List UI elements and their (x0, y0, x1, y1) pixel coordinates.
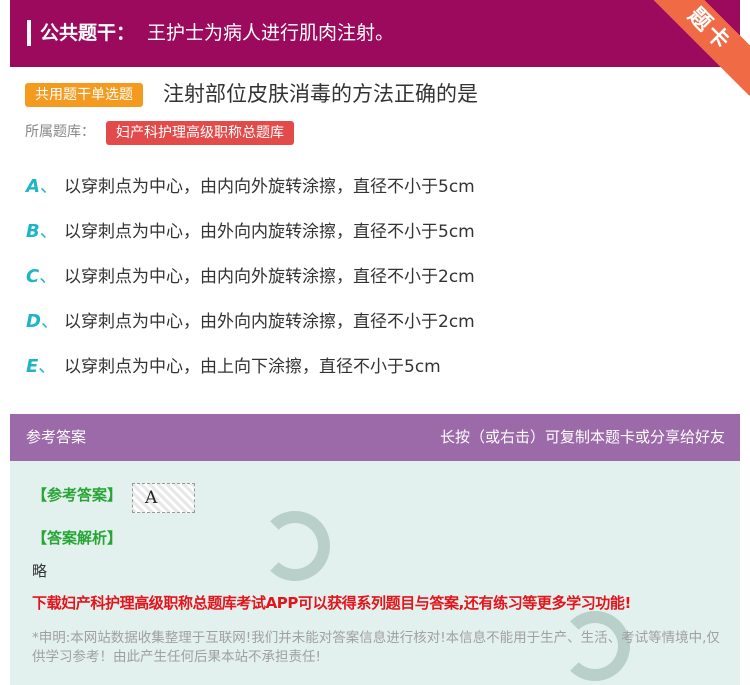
option-letter: D、 (26, 311, 59, 332)
option-text: 以穿刺点为中心，由内向外旋转涂擦，直径不小于2cm (64, 267, 475, 287)
reference-answer-image: A (132, 483, 195, 513)
bank-link[interactable]: 妇产科护理高级职称总题库 (106, 121, 294, 145)
option-letter: C、 (26, 266, 58, 287)
question-type-tag: 共用题干单选题 (25, 83, 143, 107)
watermark-logo-icon (260, 511, 330, 581)
analysis-label: 【答案解析】 (32, 529, 123, 547)
download-app-link[interactable]: 下载妇产科护理高级职称总题库考试APP可以获得系列题目与答案,还有练习等更多学习… (32, 591, 631, 615)
option-text: 以穿刺点为中心，由外向内旋转涂擦，直径不小于2cm (64, 312, 475, 332)
option-letter: B、 (26, 221, 58, 242)
share-hint[interactable]: 长按（或右击）可复制本题卡或分享给好友 (440, 414, 725, 461)
header-accent-bar (27, 20, 31, 46)
answer-panel: 【参考答案】 A 【答案解析】 略 下载妇产科护理高级职称总题库考试APP可以获… (10, 461, 740, 685)
option-a[interactable]: A、 以穿刺点为中心，由内向外旋转涂擦，直径不小于5cm (26, 172, 475, 202)
analysis-text: 略 (32, 562, 48, 580)
header-label: 公共题干： (40, 22, 136, 44)
option-text: 以穿刺点为中心，由外向内旋转涂擦，直径不小于5cm (64, 222, 475, 242)
option-e[interactable]: E、 以穿刺点为中心，由上向下涂擦，直径不小于5cm (26, 352, 441, 382)
option-letter: E、 (26, 356, 57, 377)
header-stem: 王护士为病人进行肌肉注射。 (147, 22, 395, 44)
question-title: 注射部位皮肤消毒的方法正确的是 (163, 82, 478, 106)
option-d[interactable]: D、 以穿刺点为中心，由外向内旋转涂擦，直径不小于2cm (26, 307, 475, 337)
option-text: 以穿刺点为中心，由上向下涂擦，直径不小于5cm (64, 357, 441, 377)
disclaimer: *申明:本网站数据收集整理于互联网!我们并未能对答案信息进行核对!本信息不能用于… (32, 630, 720, 665)
option-c[interactable]: C、 以穿刺点为中心，由内向外旋转涂擦，直径不小于2cm (26, 262, 475, 292)
option-b[interactable]: B、 以穿刺点为中心，由外向内旋转涂擦，直径不小于5cm (26, 217, 475, 247)
reference-answer-label: 【参考答案】 (32, 486, 123, 504)
option-text: 以穿刺点为中心，由内向外旋转涂擦，直径不小于5cm (64, 177, 475, 197)
option-letter: A、 (26, 176, 58, 197)
answer-bar: 参考答案 长按（或右击）可复制本题卡或分享给好友 (10, 414, 740, 461)
question-header: 公共题干： 王护士为病人进行肌肉注射。 (10, 0, 740, 67)
answer-bar-title: 参考答案 (26, 428, 87, 446)
bank-label: 所属题库： (25, 124, 95, 140)
